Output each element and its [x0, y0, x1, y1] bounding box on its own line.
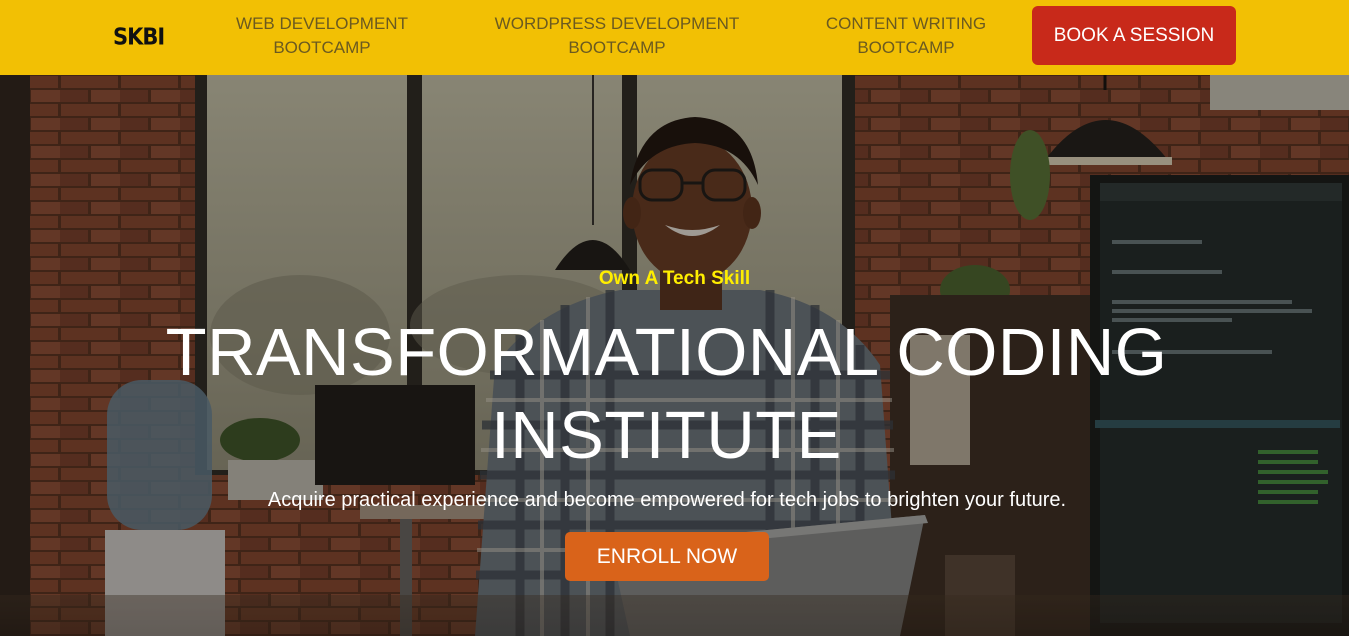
hero-title-line2: INSTITUTE	[491, 398, 842, 473]
nav-link-content-writing-bootcamp[interactable]: CONTENT WRITING BOOTCAMP	[806, 12, 1006, 60]
enroll-now-button[interactable]: ENROLL NOW	[565, 532, 769, 581]
nav-link-label-line1: WEB DEVELOPMENT	[236, 14, 408, 33]
site-logo[interactable]: SKBI	[113, 24, 165, 50]
nav-link-label-line2: BOOTCAMP	[857, 38, 955, 57]
hero-title: TRANSFORMATIONAL CODING INSTITUTE	[100, 311, 1233, 477]
nav-link-label-line2: BOOTCAMP	[568, 38, 666, 57]
top-navbar: SKBI WEB DEVELOPMENT BOOTCAMP WORDPRESS …	[0, 0, 1349, 75]
nav-link-wordpress-development-bootcamp[interactable]: WORDPRESS DEVELOPMENT BOOTCAMP	[492, 12, 742, 60]
book-session-button[interactable]: BOOK A SESSION	[1032, 6, 1236, 65]
hero-subtitle: Acquire practical experience and become …	[267, 489, 1067, 511]
hero-section: Own A Tech Skill TRANSFORMATIONAL CODING…	[0, 75, 1349, 636]
nav-link-label-line2: BOOTCAMP	[273, 38, 371, 57]
nav-link-label-line1: CONTENT WRITING	[825, 14, 987, 33]
hero-eyebrow: Own A Tech Skill	[598, 268, 751, 289]
hero-title-line1: TRANSFORMATIONAL CODING	[165, 315, 1168, 390]
nav-link-web-development-bootcamp[interactable]: WEB DEVELOPMENT BOOTCAMP	[222, 12, 422, 60]
nav-link-label-line1: WORDPRESS DEVELOPMENT	[494, 14, 740, 33]
